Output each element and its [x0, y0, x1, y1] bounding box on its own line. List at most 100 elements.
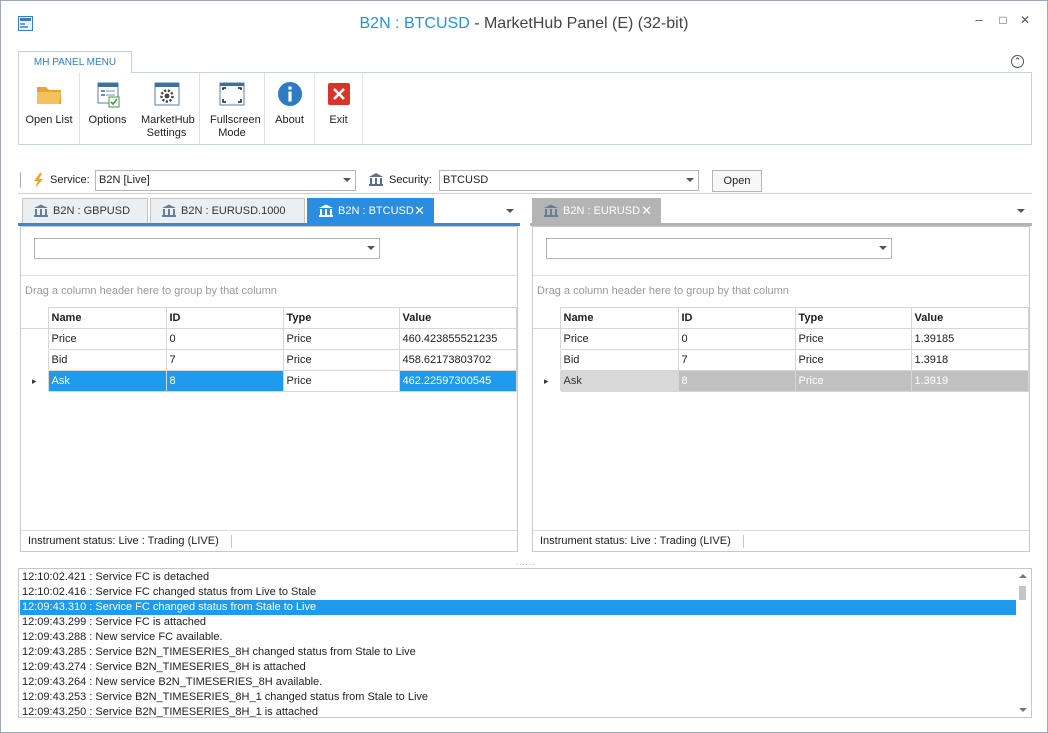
- cell-type[interactable]: Price: [794, 370, 912, 392]
- cell-type[interactable]: Price: [282, 349, 400, 371]
- right-tab-strip: B2N : EURUSD ✕: [532, 198, 1030, 224]
- log-line[interactable]: 12:10:02.421 : Service FC is detached: [20, 570, 1016, 585]
- close-window-button[interactable]: ✕: [1018, 13, 1032, 27]
- scrollbar-thumb[interactable]: [1019, 586, 1026, 600]
- table-row[interactable]: Price 0 Price 460.423855521235: [21, 328, 517, 350]
- row-indicator-header: [21, 307, 49, 329]
- cell-id[interactable]: 8: [677, 370, 796, 392]
- service-dropdown-value: B2N [Live]: [99, 174, 150, 186]
- fullscreen-icon: [219, 82, 245, 106]
- column-header-type[interactable]: Type: [282, 307, 400, 329]
- open-list-button[interactable]: Open List: [19, 73, 79, 144]
- tab-gbpusd[interactable]: B2N : GBPUSD: [22, 198, 148, 224]
- options-icon: [97, 82, 119, 108]
- cell-id[interactable]: 8: [165, 370, 284, 392]
- column-header-type[interactable]: Type: [794, 307, 912, 329]
- column-header-id[interactable]: ID: [165, 307, 284, 329]
- status-separator: [231, 535, 232, 548]
- column-header-id[interactable]: ID: [677, 307, 796, 329]
- log-line[interactable]: 12:09:43.285 : Service B2N_TIMESERIES_8H…: [20, 645, 1016, 660]
- tab-list-dropdown-icon[interactable]: [1017, 209, 1025, 213]
- table-row[interactable]: Bid 7 Price 458.62173803702: [21, 349, 517, 371]
- minimize-button[interactable]: –: [972, 13, 986, 27]
- cell-name[interactable]: Bid: [47, 349, 167, 371]
- column-header-value[interactable]: Value: [398, 307, 517, 329]
- tab-close-icon[interactable]: ✕: [641, 199, 652, 223]
- row-indicator: [21, 349, 49, 371]
- about-button[interactable]: About: [265, 73, 314, 144]
- cell-id[interactable]: 0: [165, 328, 284, 350]
- cell-value[interactable]: 1.39185: [910, 328, 1029, 350]
- markethub-settings-button[interactable]: MarketHub Settings: [135, 73, 198, 144]
- tab-btcusd[interactable]: B2N : BTCUSD ✕: [307, 198, 434, 224]
- group-by-area[interactable]: Drag a column header here to group by th…: [533, 275, 1029, 305]
- log-line[interactable]: 12:09:43.264 : New service B2N_TIMESERIE…: [20, 675, 1016, 690]
- about-label: About: [275, 114, 304, 126]
- open-button[interactable]: Open: [712, 170, 762, 192]
- log-line[interactable]: 12:09:43.288 : New service FC available.: [20, 630, 1016, 645]
- tab-list-dropdown-icon[interactable]: [506, 209, 514, 213]
- cell-name[interactable]: Ask: [559, 370, 679, 392]
- cell-name[interactable]: Price: [559, 328, 679, 350]
- status-separator: [743, 535, 744, 548]
- exit-button[interactable]: Exit: [315, 73, 362, 144]
- cell-id[interactable]: 7: [165, 349, 284, 371]
- tab-close-icon[interactable]: ✕: [414, 199, 425, 223]
- cell-value[interactable]: 460.423855521235: [398, 328, 517, 350]
- row-indicator-header: [533, 307, 561, 329]
- tab-label: B2N : EURUSD: [563, 205, 641, 217]
- cell-type[interactable]: Price: [282, 370, 400, 392]
- cell-id[interactable]: 7: [677, 349, 796, 371]
- log-scrollbar[interactable]: [1016, 569, 1031, 717]
- tab-eurusd[interactable]: B2N : EURUSD ✕: [532, 198, 661, 224]
- table-row[interactable]: Price 0 Price 1.39185: [533, 328, 1029, 350]
- scroll-down-icon[interactable]: [1019, 708, 1027, 712]
- cell-type[interactable]: Price: [794, 349, 912, 371]
- maximize-button[interactable]: □: [996, 13, 1010, 27]
- log-line[interactable]: 12:09:43.274 : Service B2N_TIMESERIES_8H…: [20, 660, 1016, 675]
- exit-label: Exit: [329, 114, 348, 126]
- window-title-app: - MarketHub Panel (E) (32-bit): [469, 15, 689, 32]
- group-by-area[interactable]: Drag a column header here to group by th…: [21, 275, 517, 305]
- ribbon-collapse-icon[interactable]: ⌃: [1011, 55, 1024, 68]
- toolbar-divider: [18, 193, 1032, 194]
- splitter-handle[interactable]: ......: [516, 559, 534, 567]
- column-header-name[interactable]: Name: [559, 307, 679, 329]
- service-dropdown[interactable]: B2N [Live]: [95, 170, 356, 191]
- cell-type[interactable]: Price: [282, 328, 400, 350]
- security-label: Security:: [389, 174, 432, 186]
- cell-id[interactable]: 0: [677, 328, 796, 350]
- chevron-down-icon: [343, 178, 351, 182]
- column-header-value[interactable]: Value: [910, 307, 1029, 329]
- log-line[interactable]: 12:09:43.250 : Service B2N_TIMESERIES_8H…: [20, 705, 1016, 717]
- log-line[interactable]: 12:09:43.253 : Service B2N_TIMESERIES_8H…: [20, 690, 1016, 705]
- cell-value[interactable]: 458.62173803702: [398, 349, 517, 371]
- fullscreen-mode-button[interactable]: Fullscreen Mode: [200, 73, 264, 144]
- toolbar-grip: [20, 172, 21, 188]
- table-row-selected[interactable]: ▸ Ask 8 Price 462.22597300545: [21, 370, 517, 392]
- log-line[interactable]: 12:09:43.299 : Service FC is attached: [20, 615, 1016, 630]
- cell-value[interactable]: 1.3919: [910, 370, 1029, 392]
- table-row-selected[interactable]: ▸ Ask 8 Price 1.3919: [533, 370, 1029, 392]
- row-indicator-icon: ▸: [533, 370, 561, 392]
- scroll-up-icon[interactable]: [1019, 574, 1027, 578]
- cell-value[interactable]: 1.3918: [910, 349, 1029, 371]
- ribbon-tab-mh-panel-menu[interactable]: MH PANEL MENU: [18, 51, 132, 73]
- cell-name[interactable]: Price: [47, 328, 167, 350]
- cell-name[interactable]: Bid: [559, 349, 679, 371]
- security-dropdown[interactable]: BTCUSD: [439, 170, 699, 191]
- cell-name[interactable]: Ask: [47, 370, 167, 392]
- options-button[interactable]: Options: [80, 73, 135, 144]
- tab-eurusd-1000[interactable]: B2N : EURUSD.1000: [150, 198, 305, 224]
- log-line[interactable]: 12:10:02.416 : Service FC changed status…: [20, 585, 1016, 600]
- cell-type[interactable]: Price: [794, 328, 912, 350]
- left-field-selector[interactable]: [34, 238, 380, 259]
- cell-value[interactable]: 462.22597300545: [398, 370, 517, 392]
- bank-icon: [544, 204, 558, 217]
- right-field-selector[interactable]: [546, 238, 892, 259]
- open-list-label: Open List: [25, 114, 73, 126]
- log-line-selected[interactable]: 12:09:43.310 : Service FC changed status…: [20, 600, 1016, 615]
- event-log[interactable]: 12:10:02.421 : Service FC is detached 12…: [18, 568, 1032, 718]
- column-header-name[interactable]: Name: [47, 307, 167, 329]
- table-row[interactable]: Bid 7 Price 1.3918: [533, 349, 1029, 371]
